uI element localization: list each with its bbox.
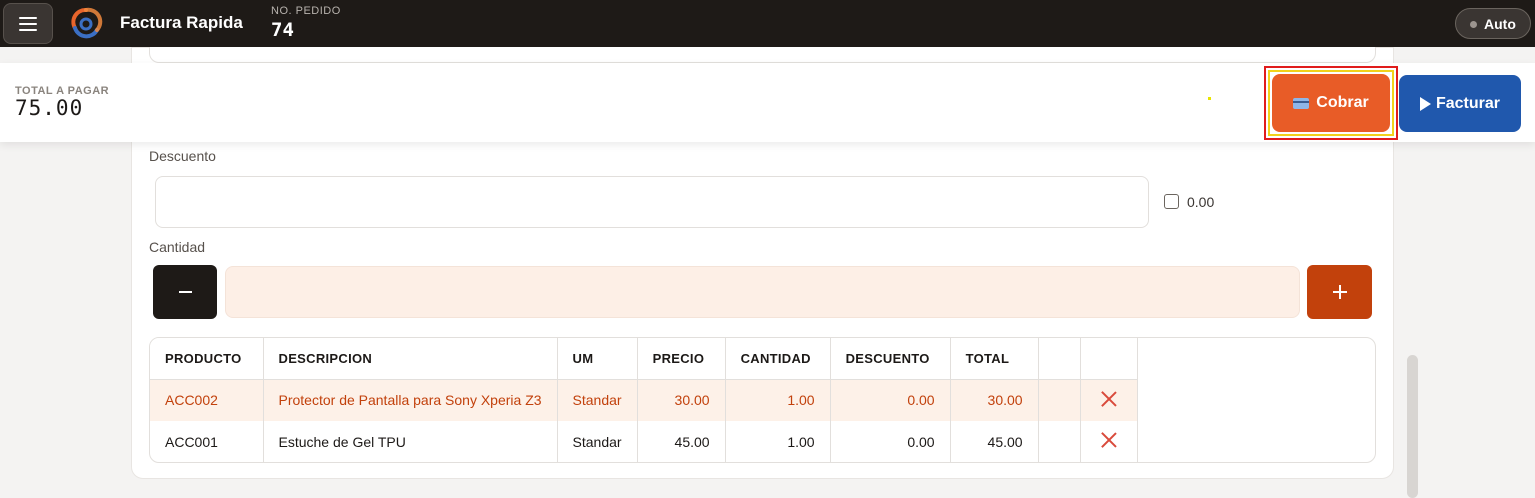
charge-button-label: Cobrar — [1316, 94, 1369, 111]
table-row[interactable]: ACC002 Protector de Pantalla para Sony X… — [150, 379, 1138, 421]
column-header-precio: PRECIO — [637, 338, 726, 380]
cell-descuento: 0.00 — [830, 421, 951, 462]
cell-total: 45.00 — [950, 421, 1039, 462]
minus-icon — [178, 291, 192, 293]
invoice-button-label: Facturar — [1435, 94, 1501, 112]
increase-quantity-button[interactable] — [1307, 265, 1372, 319]
top-bar: Factura Rapida NO. PEDIDO 74 Auto — [0, 0, 1535, 47]
invoice-button[interactable]: Facturar — [1399, 75, 1521, 132]
quantity-input[interactable] — [225, 266, 1300, 318]
cell-precio: 30.00 — [637, 379, 726, 421]
discount-amount: 0.00 — [1187, 194, 1215, 210]
plus-icon-vertical — [1338, 285, 1341, 299]
menu-button[interactable] — [3, 3, 53, 44]
cell-empty — [1038, 379, 1081, 421]
cell-empty — [1038, 421, 1081, 462]
app-title: Factura Rapida — [120, 13, 243, 32]
cell-producto: ACC001 — [150, 421, 264, 462]
decrease-quantity-button[interactable] — [153, 265, 217, 319]
column-header-total: TOTAL — [950, 338, 1039, 380]
card-icon — [1293, 97, 1310, 109]
cell-total: 30.00 — [950, 379, 1039, 421]
column-header-producto: PRODUCTO — [150, 338, 264, 380]
cell-actions — [1080, 421, 1138, 462]
table-row[interactable]: ACC001 Estuche de Gel TPU Standar 45.00 … — [150, 421, 1138, 462]
cell-precio: 45.00 — [637, 421, 726, 462]
order-number: 74 — [271, 19, 294, 41]
cell-descuento: 0.00 — [830, 379, 951, 421]
logo-icon — [71, 7, 103, 39]
cell-um: Standar — [557, 379, 638, 421]
discount-input[interactable] — [155, 176, 1149, 228]
order-label: NO. PEDIDO — [271, 5, 341, 17]
scrollbar[interactable] — [1407, 355, 1418, 498]
delete-icon[interactable] — [1101, 432, 1117, 448]
column-header-empty — [1038, 338, 1081, 380]
status-dot-icon — [1470, 21, 1477, 28]
delete-icon[interactable] — [1101, 391, 1117, 407]
play-icon — [1419, 96, 1431, 111]
auto-mode-label: Auto — [1484, 15, 1516, 32]
total-value: 75.00 — [15, 96, 84, 120]
column-header-cantidad: CANTIDAD — [725, 338, 831, 380]
column-header-actions — [1080, 338, 1138, 380]
auto-mode-toggle[interactable]: Auto — [1455, 8, 1531, 39]
charge-button[interactable]: Cobrar — [1272, 74, 1390, 132]
scrolled-input[interactable] — [149, 47, 1376, 63]
cell-actions — [1080, 379, 1138, 421]
menu-icon — [19, 16, 37, 31]
items-table: PRODUCTO DESCRIPCION UM PRECIO CANTIDAD … — [149, 337, 1376, 463]
cell-producto: ACC002 — [150, 379, 264, 421]
column-header-um: UM — [557, 338, 638, 380]
cell-descripcion: Estuche de Gel TPU — [263, 421, 558, 462]
total-bar: TOTAL A PAGAR 75.00 Cobrar Facturar — [0, 63, 1535, 142]
column-header-descripcion: DESCRIPCION — [263, 338, 558, 380]
table-header-row: PRODUCTO DESCRIPCION UM PRECIO CANTIDAD … — [150, 338, 1138, 380]
column-header-descuento: DESCUENTO — [830, 338, 951, 380]
cell-cantidad: 1.00 — [725, 421, 831, 462]
cell-um: Standar — [557, 421, 638, 462]
discount-checkbox[interactable] — [1164, 194, 1179, 209]
cell-descripcion: Protector de Pantalla para Sony Xperia Z… — [263, 379, 558, 421]
discount-label: Descuento — [149, 148, 216, 164]
quantity-label: Cantidad — [149, 239, 206, 255]
cell-cantidad: 1.00 — [725, 379, 831, 421]
marker-dot — [1208, 97, 1211, 100]
